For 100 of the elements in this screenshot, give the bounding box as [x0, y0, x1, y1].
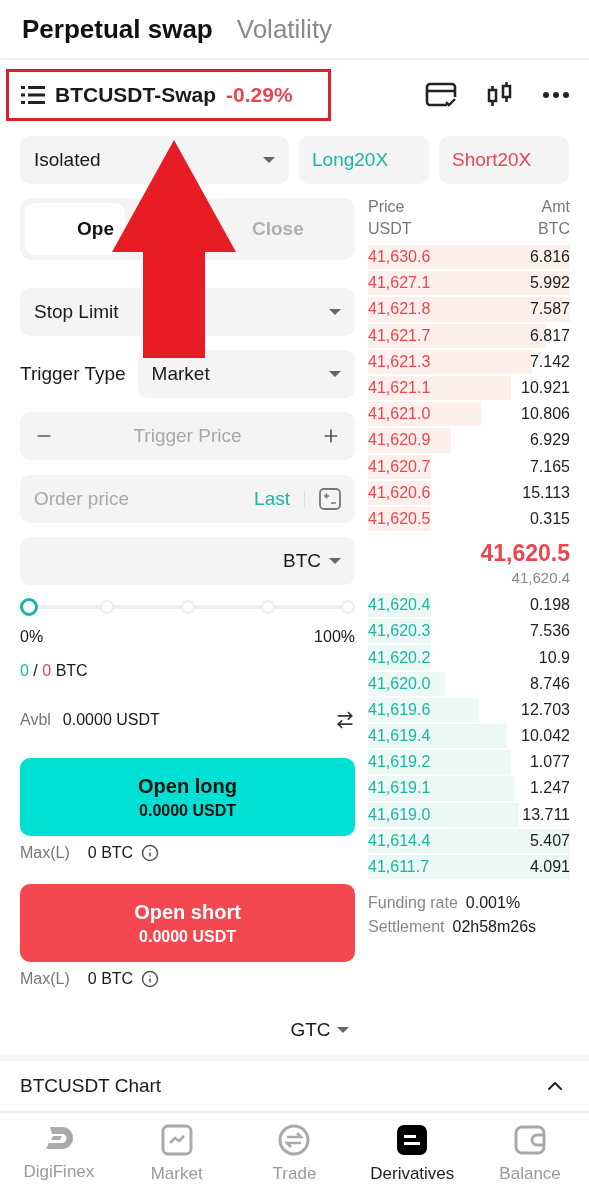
nav-item[interactable]: Trade [239, 1123, 350, 1185]
leverage-button[interactable]: Short20X [439, 136, 569, 184]
bid-price: 41,611.7 [368, 858, 430, 877]
max-value: 0 BTC [87, 970, 134, 988]
amount-field[interactable]: BTC [20, 537, 355, 585]
available-label: Avbl [20, 711, 51, 729]
ask-amount: 7.587 [529, 300, 570, 319]
trigger-type-dropdown[interactable]: Market [137, 350, 355, 398]
position-amount: 0 / 0 BTC [20, 662, 88, 680]
bid-price: 41,614.4 [368, 831, 431, 850]
bid-price: 41,620.0 [368, 674, 431, 693]
bid-price: 41,619.0 [368, 805, 431, 824]
ask-amount: 6.816 [529, 248, 570, 267]
ask-price: 41,630.6 [368, 248, 431, 267]
info-value: 0.001% [465, 894, 521, 913]
nav-item[interactable]: Balance [475, 1123, 586, 1185]
ask-price: 41,620.9 [368, 431, 431, 450]
bid-price: 41,619.6 [368, 700, 431, 719]
bid-price: 41,619.4 [368, 727, 431, 746]
order-button[interactable]: Open long 0.0000 USDT [20, 758, 355, 836]
max-label: Max(L) [20, 844, 70, 862]
mark-price: 41,620.4 [511, 569, 570, 587]
ask-amount: 0.315 [529, 509, 570, 528]
ask-amount: 7.142 [529, 352, 570, 371]
price-change: -0.29% [226, 83, 293, 107]
candlestick-icon[interactable] [487, 81, 513, 109]
symbol-name[interactable]: BTCUSDT-Swap [55, 83, 216, 107]
bid-amount: 0.198 [529, 596, 570, 615]
bid-amount: 8.746 [529, 674, 570, 693]
bid-amount: 10.9 [538, 648, 570, 667]
bid-amount: 13.711 [522, 805, 570, 824]
last-link[interactable]: Last [254, 488, 290, 510]
ask-price: 41,621.3 [368, 352, 431, 371]
ask-amount: 10.806 [521, 405, 570, 424]
min-label: 0% [20, 628, 44, 646]
header-tab[interactable]: Volatility [236, 13, 333, 45]
leverage-button[interactable]: Long20X [299, 136, 429, 184]
document-icon [396, 1124, 429, 1156]
ask-amount: 6.817 [529, 326, 570, 345]
more-icon[interactable] [543, 92, 569, 98]
plus-minus-icon[interactable] [319, 488, 341, 510]
bid-price: 41,619.2 [368, 753, 431, 772]
info-icon[interactable] [141, 970, 160, 988]
info-value: 02h58m26s [452, 918, 537, 937]
available-value: 0.0000 USDT [62, 711, 160, 729]
info-label: Funding rate [368, 894, 458, 913]
chart-section-title: BTCUSDT Chart [20, 1075, 162, 1097]
order-tab[interactable]: Ope [25, 203, 125, 255]
nav-item[interactable]: Derivatives [357, 1123, 468, 1185]
max-label: Max(L) [20, 970, 70, 988]
bid-amount: 1.247 [529, 779, 570, 798]
bid-amount: 10.042 [521, 727, 570, 746]
ask-price: 41,621.7 [368, 326, 431, 345]
ask-price: 41,627.1 [368, 274, 431, 293]
header-tab[interactable]: Perpetual swap [22, 13, 213, 45]
card-check-icon[interactable] [425, 82, 457, 108]
order-button[interactable]: Open short 0.0000 USDT [20, 884, 355, 962]
trigger-type-label: Trigger Type [20, 363, 126, 385]
ask-amount: 7.165 [529, 457, 570, 476]
ask-amount: 15.113 [522, 483, 570, 502]
bid-amount: 4.091 [529, 858, 570, 877]
ask-price: 41,620.6 [368, 483, 431, 502]
ask-price: 41,620.5 [368, 509, 431, 528]
price-header: Price [368, 198, 405, 216]
ask-amount: 5.992 [529, 274, 570, 293]
exchange-icon [278, 1124, 311, 1156]
bid-amount: 7.536 [529, 622, 570, 641]
transfer-icon[interactable] [335, 710, 355, 730]
price-unit: USDT [368, 220, 412, 238]
amount-unit: BTC [538, 220, 570, 238]
info-icon[interactable] [141, 844, 160, 862]
slider-thumb[interactable] [20, 598, 38, 616]
ask-amount: 6.929 [529, 431, 570, 450]
ask-price: 41,621.8 [368, 300, 431, 319]
chart-icon [160, 1124, 193, 1156]
margin-mode-dropdown[interactable]: Isolated [20, 136, 289, 184]
bid-amount: 1.077 [529, 753, 570, 772]
max-label: 100% [314, 628, 355, 646]
info-label: Settlement [368, 918, 445, 937]
amount-header: Amt [541, 198, 570, 216]
bid-amount: 12.703 [521, 700, 570, 719]
nav-item[interactable]: Market [121, 1123, 232, 1185]
bid-price: 41,620.2 [368, 648, 431, 667]
trigger-price-field[interactable]: Trigger Price [20, 412, 355, 460]
ask-price: 41,620.7 [368, 457, 431, 476]
nav-item[interactable]: DigiFinex [3, 1123, 114, 1185]
ask-price: 41,621.1 [368, 379, 431, 398]
bid-amount: 5.407 [529, 831, 570, 850]
order-price-field[interactable]: Order price Last [20, 475, 355, 523]
bid-price: 41,619.1 [368, 779, 431, 798]
menu-icon[interactable] [21, 85, 45, 105]
time-in-force-dropdown[interactable]: GTC [0, 1016, 589, 1044]
ask-amount: 10.921 [521, 379, 570, 398]
order-tab[interactable]: Close [244, 203, 350, 255]
bid-price: 41,620.3 [368, 622, 431, 641]
last-price: 41,620.5 [480, 540, 570, 568]
wallet-icon [514, 1124, 547, 1156]
bid-price: 41,620.4 [368, 596, 431, 615]
max-value: 0 BTC [87, 844, 134, 862]
ask-price: 41,621.0 [368, 405, 431, 424]
